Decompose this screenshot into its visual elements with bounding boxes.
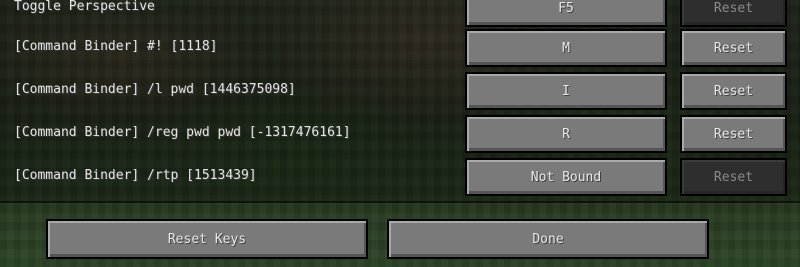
keybind-row-command-binder-1118: [Command Binder] #! [1118] M Reset [0, 28, 800, 68]
keybind-label: [Command Binder] /rtp [1513439] [14, 168, 257, 183]
key-button[interactable]: M [465, 29, 667, 67]
done-button[interactable]: Done [387, 219, 709, 259]
reset-button[interactable]: Reset [680, 115, 787, 153]
keybind-label: Toggle Perspective [14, 0, 155, 14]
keybind-row-command-binder-rtp: [Command Binder] /rtp [1513439] Not Boun… [0, 157, 800, 197]
key-button[interactable]: Not Bound [465, 158, 667, 196]
reset-button[interactable]: Reset [680, 29, 787, 67]
keybind-label: [Command Binder] /reg pwd pwd [-13174761… [14, 125, 351, 140]
keybind-row-command-binder-l-pwd: [Command Binder] /l pwd [1446375098] I R… [0, 71, 800, 111]
keybind-row-command-binder-reg-pwd: [Command Binder] /reg pwd pwd [-13174761… [0, 114, 800, 154]
reset-button[interactable]: Reset [680, 158, 787, 196]
key-button[interactable]: I [465, 72, 667, 110]
key-button[interactable]: F5 [465, 0, 667, 27]
reset-keys-button[interactable]: Reset Keys [46, 219, 368, 259]
key-button[interactable]: R [465, 115, 667, 153]
keybind-label: [Command Binder] /l pwd [1446375098] [14, 82, 296, 97]
keybind-label: [Command Binder] #! [1118] [14, 39, 218, 54]
reset-button[interactable]: Reset [680, 72, 787, 110]
reset-button[interactable]: Reset [680, 0, 787, 27]
keybind-row-toggle-perspective: Toggle Perspective F5 Reset [0, 0, 800, 28]
